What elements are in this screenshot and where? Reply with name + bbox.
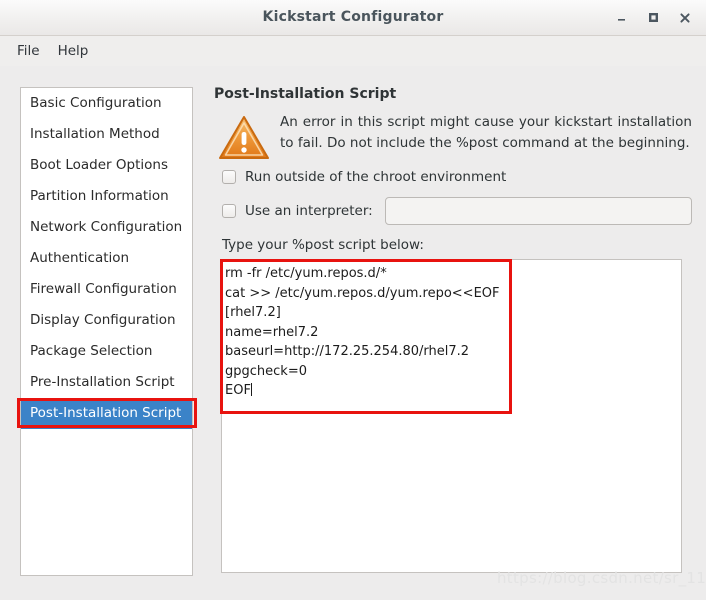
script-line: gpgcheck=0 [225, 363, 307, 379]
sidebar-item-authentication[interactable]: Authentication [21, 243, 192, 274]
script-line: [rhel7.2] [225, 305, 281, 320]
sidebar-item-display-configuration[interactable]: Display Configuration [21, 305, 192, 336]
menu-item-help[interactable]: Help [49, 40, 98, 62]
script-label: Type your %post script below: [222, 237, 424, 253]
script-textarea[interactable]: rm -fr /etc/yum.repos.d/* cat >> /etc/yu… [221, 259, 682, 573]
text-cursor [250, 383, 252, 396]
window-titlebar: Kickstart Configurator [0, 0, 706, 36]
script-textarea-wrap: rm -fr /etc/yum.repos.d/* cat >> /etc/yu… [220, 259, 682, 573]
watermark: https://blog.csdn.net/sr_1114 [497, 569, 706, 587]
sidebar-item-pre-installation-script[interactable]: Pre-Installation Script [21, 367, 192, 398]
interpreter-checkbox-label: Use an interpreter: [245, 203, 373, 219]
chroot-checkbox[interactable] [222, 170, 236, 184]
script-line: baseurl=http://172.25.254.80/rhel7.2 [225, 344, 470, 359]
warning-banner: An error in this script might cause your… [218, 112, 692, 161]
window-title: Kickstart Configurator [262, 9, 444, 25]
sidebar-item-basic-configuration[interactable]: Basic Configuration [21, 88, 192, 119]
interpreter-row[interactable]: Use an interpreter: [222, 197, 692, 225]
sidebar-item-boot-loader-options[interactable]: Boot Loader Options [21, 150, 192, 181]
menubar: File Help [0, 36, 706, 66]
minimize-button[interactable] [606, 4, 636, 32]
sidebar-list[interactable]: Basic Configuration Installation Method … [20, 87, 193, 576]
script-line-text: EOF [225, 383, 251, 398]
warning-triangle-icon [218, 114, 270, 161]
sidebar-item-post-installation-script[interactable]: Post-Installation Script [21, 398, 192, 429]
script-line: name=rhel7.2 [225, 324, 319, 340]
warning-text: An error in this script might cause your… [280, 114, 692, 151]
sidebar-item-firewall-configuration[interactable]: Firewall Configuration [21, 274, 192, 305]
script-line: rm -fr /etc/yum.repos.d/* [225, 266, 387, 281]
close-button[interactable] [670, 4, 700, 32]
sidebar-item-package-selection[interactable]: Package Selection [21, 336, 192, 367]
menu-item-file[interactable]: File [8, 40, 49, 62]
main-panel: Post-Installation Script An error in thi… [212, 86, 692, 573]
chroot-checkbox-label: Run outside of the chroot environment [245, 169, 507, 185]
interpreter-checkbox[interactable] [222, 204, 236, 218]
maximize-button[interactable] [638, 4, 668, 32]
chroot-checkbox-row[interactable]: Run outside of the chroot environment [222, 169, 692, 185]
script-line: cat >> /etc/yum.repos.d/yum.repo<<EOF [225, 285, 500, 301]
sidebar-item-partition-information[interactable]: Partition Information [21, 181, 192, 212]
interpreter-input[interactable] [384, 197, 692, 225]
sidebar-item-installation-method[interactable]: Installation Method [21, 119, 192, 150]
sidebar-item-network-configuration[interactable]: Network Configuration [21, 212, 192, 243]
page-title: Post-Installation Script [214, 86, 397, 102]
script-line-last: EOF [225, 381, 681, 401]
window-controls [606, 0, 700, 35]
